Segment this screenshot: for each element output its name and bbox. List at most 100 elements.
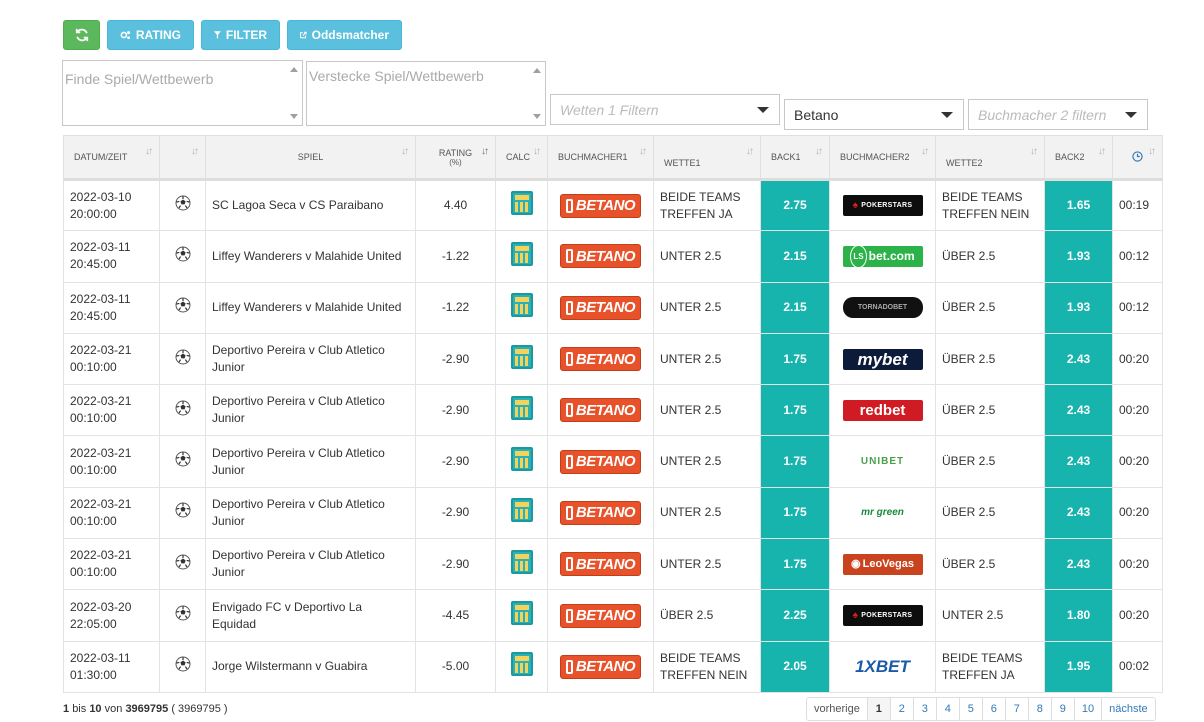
bookmaker1-logo[interactable]: BETANO xyxy=(560,398,641,423)
page-5[interactable]: 5 xyxy=(958,698,982,720)
col-bet2[interactable]: WETTE2 ↓↑ xyxy=(935,135,1045,180)
col-sport[interactable]: ↓↑ xyxy=(159,135,206,180)
cell-back1[interactable]: 1.75 xyxy=(760,435,830,488)
page-7[interactable]: 7 xyxy=(1004,698,1028,720)
cell-back2[interactable]: 2.43 xyxy=(1044,332,1113,386)
page-10[interactable]: 10 xyxy=(1073,698,1102,720)
calculator-icon[interactable] xyxy=(510,652,533,677)
prev-page-button[interactable]: vorherige xyxy=(807,698,867,720)
page-4[interactable]: 4 xyxy=(935,698,959,720)
col-bookmaker1[interactable]: BUCHMACHER1 ↓↑ xyxy=(547,135,654,180)
page-6[interactable]: 6 xyxy=(981,698,1005,720)
bookmaker1-logo[interactable]: BETANO xyxy=(560,449,641,474)
col-calc[interactable]: CALC ↓↑ xyxy=(495,135,548,180)
cell-back1[interactable]: 2.05 xyxy=(760,640,830,693)
calculator-icon[interactable] xyxy=(510,498,533,523)
col-back1[interactable]: BACK1 ↓↑ xyxy=(760,135,830,180)
cell-back1[interactable]: 2.25 xyxy=(760,589,830,642)
bookmaker2-logo[interactable]: UNIBET xyxy=(843,451,923,472)
betano-mark-icon xyxy=(565,608,573,623)
cell-back1[interactable]: 1.75 xyxy=(760,538,830,591)
bookmaker2-logo[interactable]: mybet xyxy=(842,348,923,370)
col-back2[interactable]: BACK2 ↓↑ xyxy=(1044,135,1113,180)
table-row[interactable]: 2022-03-11 01:30:00 Jorge Wilstermann v Gu… xyxy=(63,640,1163,693)
filter-button[interactable]: FILTER xyxy=(201,20,280,50)
cell-back1[interactable]: 2.15 xyxy=(760,281,830,334)
bookmaker1-logo[interactable]: BETANO xyxy=(560,603,641,628)
calculator-icon[interactable] xyxy=(510,191,533,216)
bookmaker1-logo[interactable]: BETANO xyxy=(560,347,641,372)
col-bookmaker2[interactable]: BUCHMACHER2 ↓↑ xyxy=(829,135,936,180)
table-row[interactable]: 2022-03-21 00:10:00 Deportivo Pereira v Cl… xyxy=(63,332,1163,386)
col-game[interactable]: SPIEL ↓↑ xyxy=(205,135,416,180)
cell-back2[interactable]: 1.80 xyxy=(1044,589,1113,642)
page-2[interactable]: 2 xyxy=(889,698,913,720)
table-row[interactable]: 2022-03-20 22:05:00 Envigado FC v Deportiv… xyxy=(63,589,1163,642)
rating-value: -2.90 xyxy=(441,505,470,520)
table-row[interactable]: 2022-03-11 20:45:00 Liffey Wanderers v Mal… xyxy=(63,230,1163,283)
hide-game-input[interactable]: Verstecke Spiel/Wettbewerb xyxy=(306,61,546,126)
bookmaker2-filter-select[interactable]: Buchmacher 2 filtern xyxy=(968,99,1148,130)
calculator-icon[interactable] xyxy=(510,447,533,472)
table-row[interactable]: 2022-03-21 00:10:00 Deportivo Pereira v Cl… xyxy=(63,538,1163,591)
cell-back1[interactable]: 2.75 xyxy=(760,178,830,232)
table-row[interactable]: 2022-03-21 00:10:00 Deportivo Pereira v Cl… xyxy=(63,486,1163,540)
bookmaker1-logo[interactable]: BETANO xyxy=(560,654,641,679)
cell-back2[interactable]: 2.43 xyxy=(1044,435,1113,488)
page-9[interactable]: 9 xyxy=(1050,698,1074,720)
cell-back2[interactable]: 2.43 xyxy=(1044,538,1113,591)
refresh-button[interactable] xyxy=(63,20,100,50)
bookmaker1-logo[interactable]: BETANO xyxy=(560,244,641,269)
cell-back2[interactable]: 1.93 xyxy=(1044,281,1113,334)
cell-back2[interactable]: 2.43 xyxy=(1044,486,1113,540)
calculator-icon[interactable] xyxy=(510,601,533,626)
col-bet1[interactable]: WETTE1 ↓↑ xyxy=(653,135,761,180)
bookmaker1-logo[interactable]: BETANO xyxy=(560,193,641,218)
hide-game-scrollbar[interactable] xyxy=(529,62,545,125)
cell-back2[interactable]: 2.43 xyxy=(1044,384,1113,437)
find-game-scrollbar[interactable] xyxy=(286,61,302,125)
cell-back1[interactable]: 2.15 xyxy=(760,230,830,283)
bookmaker2-logo[interactable]: ♠ POKERSTARS xyxy=(842,195,923,217)
cell-back2[interactable]: 1.65 xyxy=(1044,178,1113,232)
col-rating[interactable]: RATING (%) ↓↑ xyxy=(415,135,496,180)
table-row[interactable]: 2022-03-21 00:10:00 Deportivo Pereira v Cl… xyxy=(63,384,1163,437)
bet1-filter-select[interactable]: Wetten 1 Filtern xyxy=(550,94,780,125)
sort-icon: ↓↑ xyxy=(921,146,929,157)
bookmaker1-select[interactable]: Betano xyxy=(784,99,964,130)
cell-back1[interactable]: 1.75 xyxy=(760,332,830,386)
calculator-icon[interactable] xyxy=(510,549,533,574)
cell-back2[interactable]: 1.93 xyxy=(1044,230,1113,283)
bookmaker2-logo[interactable]: mr green xyxy=(843,502,923,523)
table-row[interactable]: 2022-03-11 20:45:00 Liffey Wanderers v Mal… xyxy=(63,281,1163,334)
col-rating-label: RATING xyxy=(438,147,473,158)
col-date[interactable]: DATUM/ZEIT ↓↑ xyxy=(63,135,160,180)
bookmaker1-logo[interactable]: BETANO xyxy=(560,500,641,525)
calculator-icon[interactable] xyxy=(510,395,533,420)
bookmaker2-logo[interactable]: TORNADOBET xyxy=(842,297,923,319)
bookmaker2-logo[interactable]: 1XBET xyxy=(843,656,923,677)
rating-button[interactable]: RATING xyxy=(107,20,194,50)
table-row[interactable]: 2022-03-10 20:00:00 SC Lagoa Seca v CS Par… xyxy=(63,178,1163,232)
bookmaker1-logo[interactable]: BETANO xyxy=(560,295,641,320)
cell-back2[interactable]: 1.95 xyxy=(1044,640,1113,693)
calculator-icon[interactable] xyxy=(510,241,533,266)
page-3[interactable]: 3 xyxy=(912,698,936,720)
oddsmatcher-button[interactable]: Oddsmatcher xyxy=(287,20,402,50)
calculator-icon[interactable] xyxy=(510,293,533,318)
bookmaker2-logo[interactable]: LS bet.com xyxy=(842,244,923,268)
bookmaker2-logo[interactable]: redbet xyxy=(842,399,923,421)
table-header-row: DATUM/ZEIT ↓↑ ↓↑ SPIEL ↓↑ RATING (%) ↓↑ CALC… xyxy=(63,135,1163,180)
page-8[interactable]: 8 xyxy=(1027,698,1051,720)
cell-back1[interactable]: 1.75 xyxy=(760,486,830,540)
bookmaker2-logo[interactable]: ◉ LeoVegas xyxy=(842,553,923,575)
bookmaker1-logo[interactable]: BETANO xyxy=(560,552,641,577)
table-row[interactable]: 2022-03-21 00:10:00 Deportivo Pereira v Cl… xyxy=(63,435,1163,488)
find-game-input[interactable]: Finde Spiel/Wettbewerb xyxy=(62,60,303,126)
page-1[interactable]: 1 xyxy=(866,698,890,720)
cell-back1[interactable]: 1.75 xyxy=(760,384,830,437)
next-page-button[interactable]: nächste xyxy=(1101,698,1155,720)
bookmaker2-logo[interactable]: ♠ POKERSTARS xyxy=(842,605,923,627)
col-age[interactable]: ↓↑ xyxy=(1112,135,1163,180)
calculator-icon[interactable] xyxy=(510,344,533,369)
